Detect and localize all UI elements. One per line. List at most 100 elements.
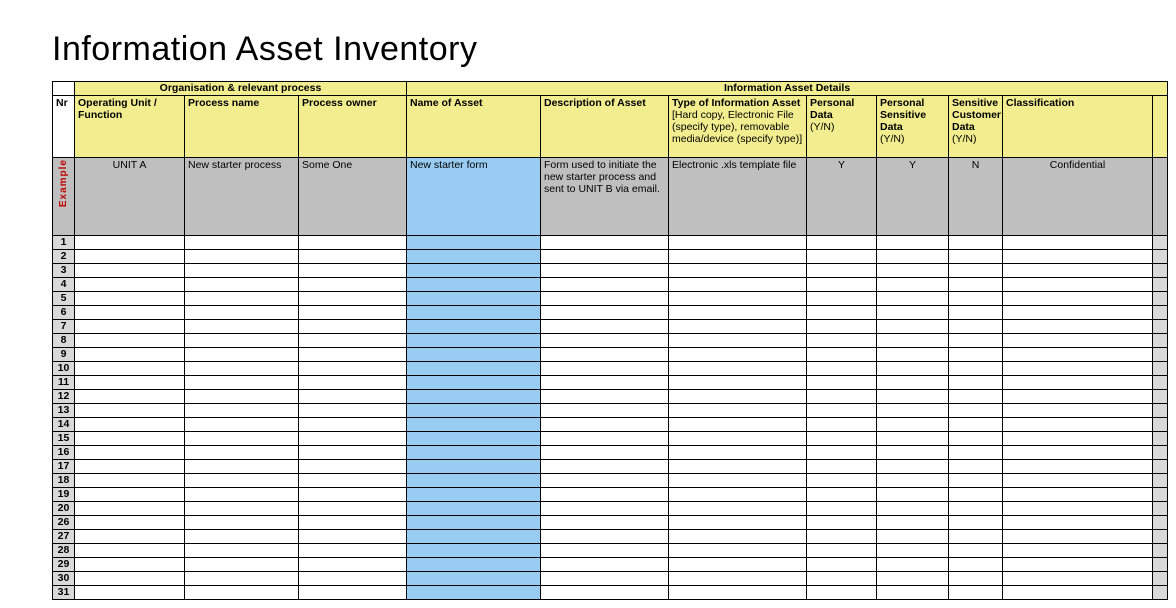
cell[interactable] [807,418,877,432]
cell[interactable] [541,376,669,390]
cell[interactable] [185,544,299,558]
cell[interactable] [949,446,1003,460]
cell[interactable] [299,474,407,488]
cell[interactable] [541,236,669,250]
cell[interactable] [669,278,807,292]
cell[interactable] [877,530,949,544]
cell[interactable] [669,502,807,516]
cell[interactable] [1003,516,1153,530]
cell[interactable] [299,418,407,432]
cell[interactable] [185,390,299,404]
cell[interactable] [1153,544,1168,558]
cell[interactable] [669,530,807,544]
cell[interactable] [807,292,877,306]
cell[interactable] [877,278,949,292]
cell[interactable] [669,376,807,390]
cell[interactable] [541,418,669,432]
cell[interactable] [1003,306,1153,320]
cell[interactable] [1003,446,1153,460]
cell[interactable] [541,558,669,572]
example-process-name[interactable]: New starter process [185,158,299,236]
cell[interactable] [807,250,877,264]
cell[interactable] [75,306,185,320]
cell[interactable] [669,292,807,306]
cell[interactable] [185,236,299,250]
cell[interactable] [807,558,877,572]
cell[interactable] [669,320,807,334]
cell[interactable] [407,558,541,572]
cell[interactable] [75,488,185,502]
cell[interactable] [949,460,1003,474]
cell[interactable] [407,474,541,488]
cell[interactable] [75,516,185,530]
cell[interactable] [407,320,541,334]
cell[interactable] [299,390,407,404]
cell[interactable] [407,418,541,432]
cell[interactable] [407,586,541,600]
cell[interactable] [807,334,877,348]
cell[interactable] [1003,404,1153,418]
cell[interactable] [299,292,407,306]
cell[interactable] [407,292,541,306]
cell[interactable] [949,334,1003,348]
cell[interactable] [185,250,299,264]
cell[interactable] [877,418,949,432]
cell[interactable] [949,586,1003,600]
cell[interactable] [299,488,407,502]
cell[interactable] [669,432,807,446]
cell[interactable] [185,292,299,306]
cell[interactable] [949,376,1003,390]
cell[interactable] [877,376,949,390]
cell[interactable] [299,502,407,516]
cell[interactable] [669,404,807,418]
example-type[interactable]: Electronic .xls template file [669,158,807,236]
cell[interactable] [407,250,541,264]
cell[interactable] [877,320,949,334]
cell[interactable] [75,390,185,404]
cell[interactable] [1153,292,1168,306]
cell[interactable] [185,446,299,460]
cell[interactable] [1003,586,1153,600]
cell[interactable] [185,362,299,376]
cell[interactable] [877,236,949,250]
cell[interactable] [75,404,185,418]
cell[interactable] [407,376,541,390]
cell[interactable] [807,516,877,530]
cell[interactable] [877,264,949,278]
cell[interactable] [407,488,541,502]
cell[interactable] [669,362,807,376]
cell[interactable] [1003,292,1153,306]
cell[interactable] [1003,236,1153,250]
cell[interactable] [807,348,877,362]
cell[interactable] [299,334,407,348]
cell[interactable] [807,376,877,390]
cell[interactable] [185,320,299,334]
cell[interactable] [75,572,185,586]
cell[interactable] [669,558,807,572]
cell[interactable] [1153,502,1168,516]
cell[interactable] [1003,320,1153,334]
cell[interactable] [299,236,407,250]
cell[interactable] [407,264,541,278]
cell[interactable] [541,320,669,334]
cell[interactable] [1003,264,1153,278]
cell[interactable] [807,278,877,292]
cell[interactable] [1003,418,1153,432]
cell[interactable] [407,446,541,460]
cell[interactable] [75,586,185,600]
cell[interactable] [949,362,1003,376]
cell[interactable] [185,376,299,390]
cell[interactable] [949,418,1003,432]
cell[interactable] [299,320,407,334]
cell[interactable] [75,446,185,460]
cell[interactable] [299,362,407,376]
cell[interactable] [1153,474,1168,488]
cell[interactable] [877,488,949,502]
cell[interactable] [1153,488,1168,502]
cell[interactable] [75,530,185,544]
cell[interactable] [541,446,669,460]
cell[interactable] [185,488,299,502]
cell[interactable] [185,334,299,348]
cell[interactable] [299,250,407,264]
cell[interactable] [877,544,949,558]
